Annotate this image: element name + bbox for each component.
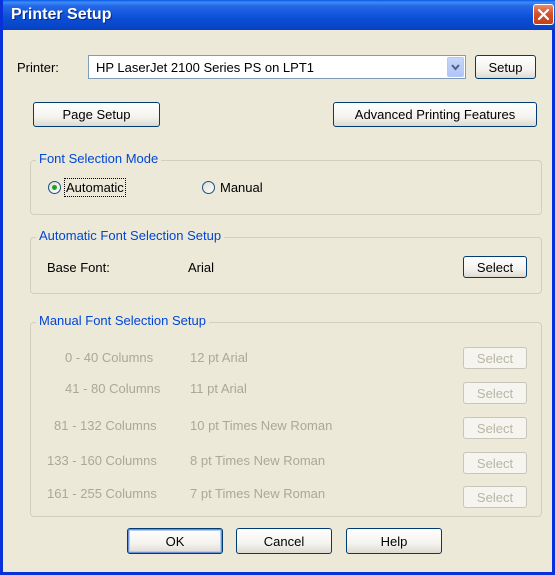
automatic-font-setup-title: Automatic Font Selection Setup [36, 228, 225, 243]
manual-row-select-button[interactable]: Select [463, 452, 527, 474]
close-button[interactable] [533, 4, 554, 25]
cancel-button-label: Cancel [263, 533, 305, 549]
font-selection-mode-title: Font Selection Mode [36, 151, 162, 166]
printer-setup-button[interactable]: Setup [475, 55, 536, 79]
manual-row-font: 12 pt Arial [190, 350, 248, 365]
automatic-radio[interactable] [48, 181, 61, 194]
manual-row-select-label: Select [476, 385, 514, 401]
radio-selected-dot [52, 185, 57, 190]
manual-row-font: 8 pt Times New Roman [190, 453, 326, 468]
help-button[interactable]: Help [346, 528, 442, 554]
base-font-select-button[interactable]: Select [463, 256, 527, 278]
page-setup-button-label: Page Setup [62, 107, 131, 122]
window-title: Printer Setup [11, 6, 112, 23]
chevron-down-icon [451, 64, 460, 71]
manual-row-columns: 133 - 160 Columns [47, 453, 157, 468]
printer-label: Printer: [17, 60, 59, 75]
ok-button-label: OK [165, 533, 185, 549]
manual-radio[interactable] [202, 181, 215, 194]
advanced-button-label: Advanced Printing Features [354, 107, 516, 122]
close-icon [537, 8, 550, 21]
manual-row-select-label: Select [476, 489, 514, 505]
base-font-label: Base Font: [47, 260, 110, 275]
manual-row-font: 7 pt Times New Roman [190, 486, 326, 501]
manual-row-columns: 0 - 40 Columns [65, 350, 154, 365]
automatic-radio-label[interactable]: Automatic [64, 178, 126, 197]
manual-row-columns: 161 - 255 Columns [47, 486, 157, 501]
manual-row-select-label: Select [476, 420, 514, 436]
manual-row-select-label: Select [476, 455, 514, 471]
manual-radio-label[interactable]: Manual [220, 180, 263, 195]
manual-row-select-label: Select [476, 350, 514, 366]
help-button-label: Help [380, 533, 408, 549]
dropdown-arrow-button[interactable] [447, 57, 464, 77]
advanced-printing-features-button[interactable]: Advanced Printing Features [333, 102, 537, 127]
manual-row-columns: 81 - 132 Columns [54, 418, 157, 433]
manual-row-font: 11 pt Arial [190, 381, 247, 396]
manual-row-columns: 41 - 80 Columns [65, 381, 161, 396]
manual-font-setup-title: Manual Font Selection Setup [36, 313, 209, 328]
printer-setup-button-label: Setup [488, 59, 523, 75]
printer-setup-dialog: Printer Setup Printer: HP LaserJet 2100 … [0, 0, 555, 575]
page-setup-button[interactable]: Page Setup [33, 102, 160, 127]
printer-dropdown[interactable]: HP LaserJet 2100 Series PS on LPT1 [88, 55, 466, 79]
manual-row-select-button[interactable]: Select [463, 347, 527, 369]
base-font-select-label: Select [476, 259, 514, 275]
ok-button[interactable]: OK [127, 528, 223, 554]
manual-row-select-button[interactable]: Select [463, 382, 527, 404]
manual-row-select-button[interactable]: Select [463, 486, 527, 508]
printer-selected-value: HP LaserJet 2100 Series PS on LPT1 [96, 60, 314, 75]
base-font-value: Arial [188, 260, 215, 275]
manual-row-select-button[interactable]: Select [463, 417, 527, 439]
cancel-button[interactable]: Cancel [236, 528, 332, 554]
manual-row-font: 10 pt Times New Roman [190, 418, 333, 433]
title-bar[interactable]: Printer Setup [3, 0, 555, 30]
